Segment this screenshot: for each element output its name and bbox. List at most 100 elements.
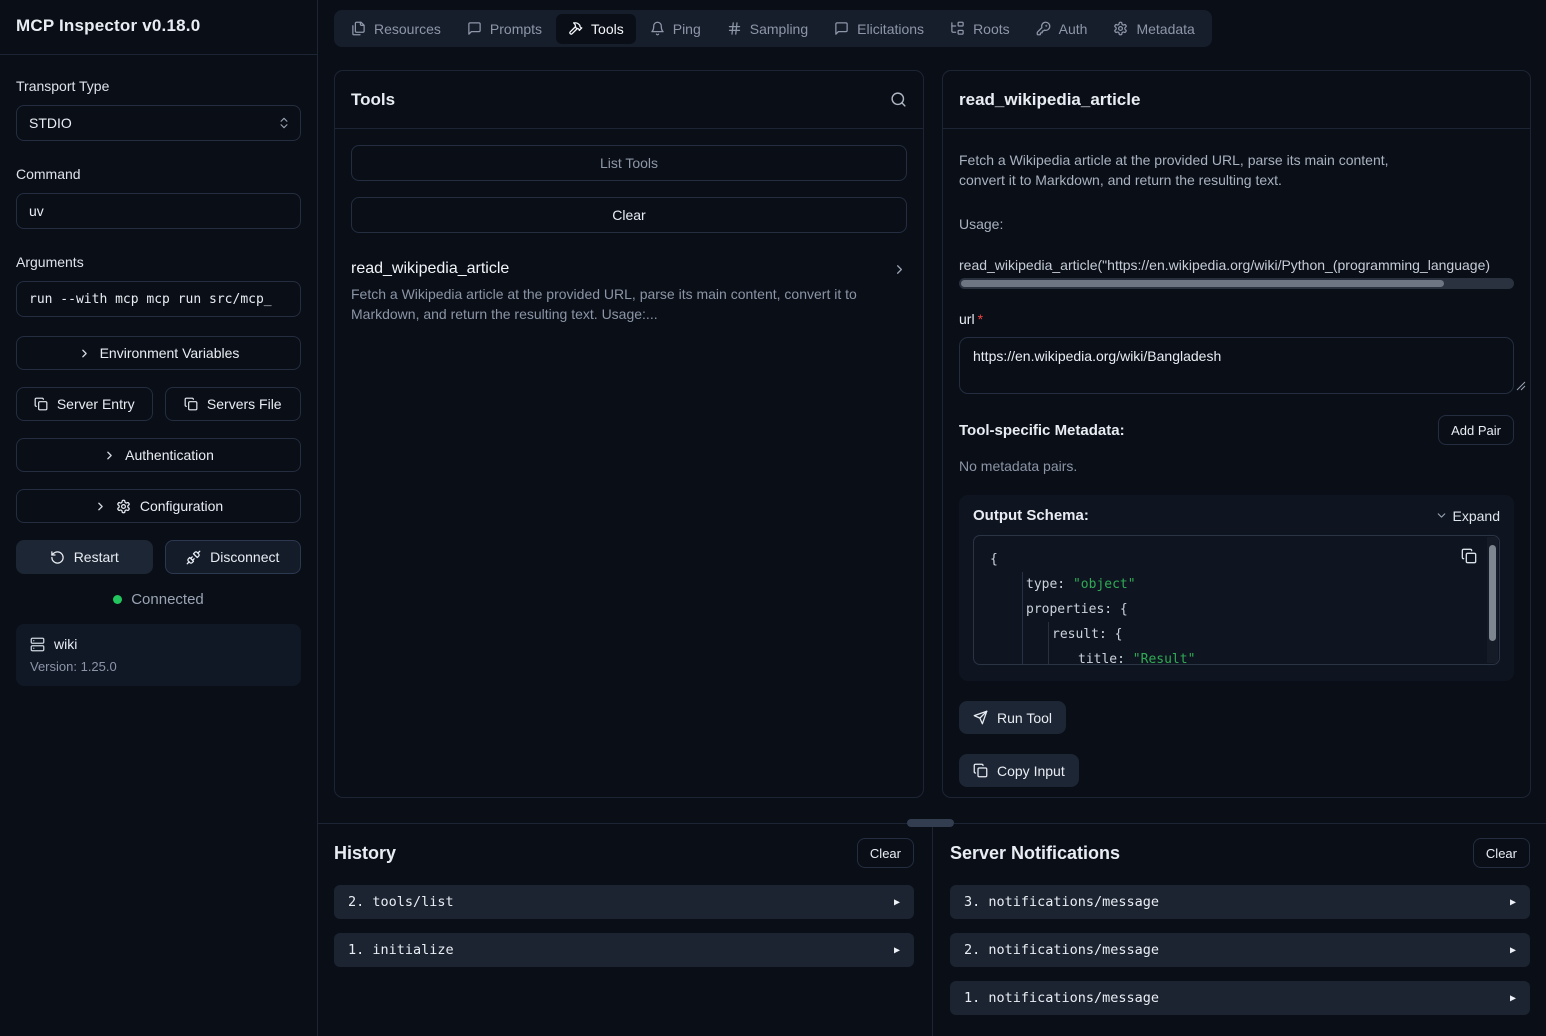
schema-code-block: { type: "object" properties: { result: {… [973, 535, 1500, 665]
tab-roots[interactable]: Roots [938, 14, 1022, 44]
copy-icon [184, 397, 198, 411]
chevron-right-icon [94, 500, 107, 513]
indent-guide [1022, 572, 1023, 664]
scrollbar-thumb[interactable] [1489, 545, 1496, 641]
metadata-label: Tool-specific Metadata: [959, 422, 1125, 439]
send-icon [973, 710, 988, 725]
usage-code: read_wikipedia_article("https://en.wikip… [959, 257, 1514, 273]
chevron-right-icon [892, 262, 907, 277]
search-icon[interactable] [890, 91, 907, 108]
copy-schema-icon[interactable] [1461, 548, 1477, 564]
chevron-down-icon [1435, 509, 1448, 522]
server-icon [30, 637, 45, 652]
message-square-icon [834, 21, 849, 36]
history-item[interactable]: 2. tools/list ▶ [334, 885, 914, 919]
vertical-split-divider [932, 824, 933, 1036]
clear-history-button[interactable]: Clear [857, 838, 914, 868]
files-icon [351, 21, 366, 36]
tool-list-item[interactable]: read_wikipedia_article Fetch a Wikipedia… [351, 249, 907, 324]
bell-icon [650, 21, 665, 36]
tool-detail-panel: read_wikipedia_article Fetch a Wikipedia… [942, 70, 1531, 798]
url-input[interactable]: https://en.wikipedia.org/wiki/Bangladesh [959, 337, 1514, 394]
play-icon: ▶ [894, 897, 900, 908]
disconnect-button[interactable]: Disconnect [165, 540, 302, 574]
copy-icon [34, 397, 48, 411]
required-asterisk: * [978, 311, 983, 327]
detail-description: Fetch a Wikipedia article at the provide… [959, 150, 1514, 190]
clear-notifications-button[interactable]: Clear [1473, 838, 1530, 868]
tools-panel: Tools List Tools Clear read_wikipedia_ar… [334, 70, 924, 798]
split-drag-handle[interactable] [907, 819, 954, 827]
command-label: Command [16, 166, 301, 182]
rotate-ccw-icon [50, 550, 65, 565]
run-tool-button[interactable]: Run Tool [959, 701, 1066, 734]
add-pair-button[interactable]: Add Pair [1438, 415, 1514, 445]
clear-tools-button[interactable]: Clear [351, 197, 907, 233]
notification-item[interactable]: 3. notifications/message ▶ [950, 885, 1530, 919]
detail-title: read_wikipedia_article [959, 90, 1140, 110]
server-name: wiki [54, 636, 77, 652]
sidebar: MCP Inspector v0.18.0 Transport Type STD… [0, 0, 318, 1036]
url-field-label: url* [959, 311, 1514, 327]
top-nav: Resources Prompts Tools Ping Sampling El… [334, 10, 1212, 47]
command-input[interactable] [16, 193, 301, 229]
gear-icon [1113, 21, 1128, 36]
server-info-card: wiki Version: 1.25.0 [16, 624, 301, 686]
schema-code: { type: "object" properties: { result: {… [974, 536, 1499, 665]
connected-dot-icon [113, 595, 122, 604]
history-title: History [334, 843, 396, 864]
indent-guide [1048, 622, 1049, 664]
copy-input-button[interactable]: Copy Input [959, 754, 1079, 787]
server-notifications-panel: Server Notifications Clear 3. notificati… [950, 838, 1530, 1029]
configuration-button[interactable]: Configuration [16, 489, 301, 523]
unplug-icon [186, 550, 201, 565]
tab-metadata[interactable]: Metadata [1101, 14, 1206, 44]
notification-item[interactable]: 2. notifications/message ▶ [950, 933, 1530, 967]
notifications-title: Server Notifications [950, 843, 1120, 864]
resize-grip-icon [1516, 381, 1526, 391]
usage-label: Usage: [959, 216, 1514, 232]
server-entry-button[interactable]: Server Entry [16, 387, 153, 421]
app-title: MCP Inspector v0.18.0 [0, 0, 317, 55]
play-icon: ▶ [1510, 993, 1516, 1004]
tool-name: read_wikipedia_article [351, 260, 509, 278]
tab-auth[interactable]: Auth [1024, 14, 1100, 44]
output-schema-card: Output Schema: Expand { type: "object" p… [959, 495, 1514, 681]
play-icon: ▶ [894, 945, 900, 956]
tab-tools[interactable]: Tools [556, 14, 636, 44]
transport-type-select[interactable]: STDIO [16, 105, 301, 141]
arguments-label: Arguments [16, 254, 301, 270]
restart-button[interactable]: Restart [16, 540, 153, 574]
scrollbar-thumb[interactable] [961, 280, 1444, 287]
history-panel: History Clear 2. tools/list ▶ 1. initial… [334, 838, 914, 981]
usage-horizontal-scrollbar[interactable] [959, 278, 1514, 289]
schema-vertical-scrollbar[interactable] [1487, 537, 1498, 663]
authentication-button[interactable]: Authentication [16, 438, 301, 472]
metadata-empty-text: No metadata pairs. [959, 458, 1514, 474]
connection-status: Connected [16, 591, 301, 608]
servers-file-button[interactable]: Servers File [165, 387, 302, 421]
expand-schema-button[interactable]: Expand [1435, 508, 1500, 524]
tab-resources[interactable]: Resources [339, 14, 453, 44]
history-item[interactable]: 1. initialize ▶ [334, 933, 914, 967]
play-icon: ▶ [1510, 897, 1516, 908]
tab-elicitations[interactable]: Elicitations [822, 14, 936, 44]
server-version: Version: 1.25.0 [30, 659, 287, 674]
arguments-input[interactable] [16, 281, 301, 317]
folder-tree-icon [950, 21, 965, 36]
tab-sampling[interactable]: Sampling [715, 14, 820, 44]
message-square-icon [467, 21, 482, 36]
chevron-right-icon [103, 449, 116, 462]
key-icon [1036, 21, 1051, 36]
hash-icon [727, 21, 742, 36]
copy-icon [973, 763, 988, 778]
list-tools-button[interactable]: List Tools [351, 145, 907, 181]
hammer-icon [568, 21, 583, 36]
tool-description: Fetch a Wikipedia article at the provide… [351, 284, 907, 324]
notification-item[interactable]: 1. notifications/message ▶ [950, 981, 1530, 1015]
gear-icon [116, 499, 131, 514]
play-icon: ▶ [1510, 945, 1516, 956]
tab-prompts[interactable]: Prompts [455, 14, 554, 44]
environment-variables-button[interactable]: Environment Variables [16, 336, 301, 370]
tab-ping[interactable]: Ping [638, 14, 713, 44]
